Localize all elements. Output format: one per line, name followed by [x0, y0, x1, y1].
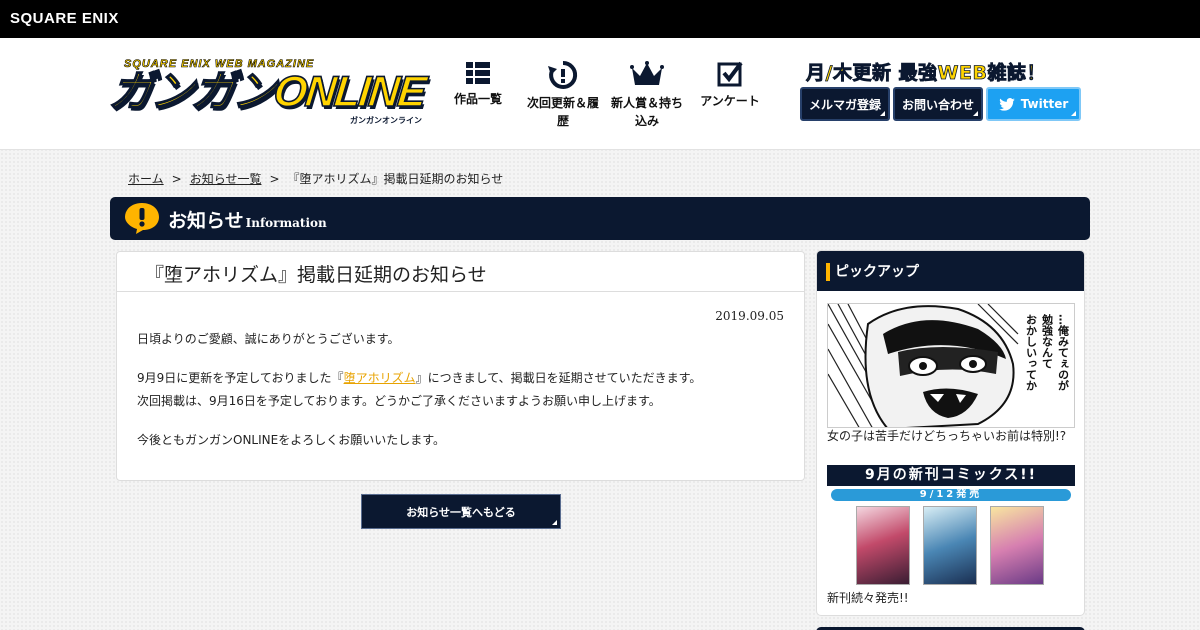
news-article: 『堕アホリズム』掲載日延期のお知らせ 2019.09.05 日頃よりのご愛顧、誠…: [116, 251, 805, 481]
exclamation-icon: [125, 203, 159, 234]
newsletter-label: メルマガ登録: [808, 97, 881, 112]
section-title: お知らせ Information: [168, 206, 327, 233]
new-comics-banner[interactable]: 9月の新刊コミックス!! 9/12発売: [827, 465, 1075, 589]
breadcrumb-current: 『堕アホリズム』掲載日延期のお知らせ: [287, 172, 504, 186]
twitter-label: Twitter: [1020, 97, 1069, 111]
nav-label: 新人賞＆持ち込み: [610, 96, 683, 128]
contact-label: お問い合わせ: [901, 97, 974, 112]
nav-works-list[interactable]: 作品一覧: [438, 60, 518, 108]
manga-panel-illustration: …俺みてぇのが 勉強なんて おかしいってか: [828, 304, 1074, 427]
article-text: 9月9日に更新を予定しておりました『: [137, 371, 344, 385]
comics-banner-title: 9月の新刊コミックス!!: [827, 465, 1075, 486]
breadcrumb-news-list[interactable]: お知らせ一覧: [190, 172, 262, 186]
pickup-heading: ピックアップ: [817, 251, 1084, 291]
twitter-button[interactable]: Twitter: [986, 87, 1081, 121]
article-paragraph: 日頃よりのご愛顧、誠にありがとうございます。: [137, 332, 400, 346]
back-button-label: お知らせ一覧へもどる: [406, 505, 516, 519]
logo-title: ガンガンONLINE: [107, 67, 428, 117]
pickup-manga-image[interactable]: …俺みてぇのが 勉強なんて おかしいってか: [827, 303, 1075, 428]
pickup-caption[interactable]: 女の子は苦手だけどちっちゃいお前は特別!?: [827, 427, 1066, 444]
section-title-ja: お知らせ: [168, 210, 244, 232]
svg-text:勉強なんて: 勉強なんて: [1041, 313, 1055, 369]
article-date: 2019.09.05: [715, 309, 784, 323]
breadcrumb-separator: >: [269, 172, 280, 186]
breadcrumb-separator: >: [171, 172, 182, 186]
svg-text:…俺みてぇのが: …俺みてぇのが: [1057, 314, 1071, 391]
comic-cover: [856, 506, 910, 585]
nav-label: 作品一覧: [453, 92, 502, 106]
newsletter-button[interactable]: メルマガ登録: [800, 87, 890, 121]
section-title-en: Information: [245, 216, 327, 230]
square-enix-logo[interactable]: SQUARE ENIX: [10, 10, 119, 27]
comic-cover: [990, 506, 1044, 585]
grid-list-icon: [466, 62, 490, 84]
article-paragraph: 今後ともガンガンONLINEをよろしくお願いいたします。: [137, 433, 446, 447]
nav-survey[interactable]: アンケート: [690, 60, 770, 110]
comics-release-date: 9/12発売: [831, 489, 1071, 501]
comics-caption[interactable]: 新刊続々発売!!: [827, 589, 909, 606]
article-body: 日頃よりのご愛顧、誠にありがとうございます。 9月9日に更新を予定しておりました…: [137, 328, 701, 468]
nav-label: 次回更新＆履歴: [526, 96, 599, 128]
crown-icon: [630, 61, 664, 85]
gangan-online-logo[interactable]: SQUARE ENIX WEB MAGAZINE ガンガンONLINE ガンガン…: [107, 58, 428, 126]
work-link[interactable]: 堕アホリズム: [344, 371, 416, 385]
checkbox-icon: [717, 61, 743, 87]
article-paragraph: 次回掲載は、9月16日を予定しております。どうかご了承くださいますようお願い申し…: [137, 394, 661, 408]
top-bar: SQUARE ENIX: [0, 0, 1200, 38]
catchphrase: 月/木更新 最強WEB雑誌！: [806, 62, 1046, 85]
nav-new-award[interactable]: 新人賞＆持ち込み: [607, 60, 687, 130]
nav-label: アンケート: [700, 94, 760, 108]
article-title: 『堕アホリズム』掲載日延期のお知らせ: [117, 252, 804, 292]
article-paragraph: 9月9日に更新を予定しておりました『堕アホリズム』につきまして、掲載日を延期させ…: [137, 367, 701, 390]
nav-next-update[interactable]: 次回更新＆履歴: [523, 60, 603, 130]
article-text: 』につきまして、掲載日を延期させていただきます。: [415, 371, 702, 385]
section-header: お知らせ Information: [110, 197, 1090, 240]
back-to-news-list-button[interactable]: お知らせ一覧へもどる: [361, 494, 561, 529]
contact-button[interactable]: お問い合わせ: [893, 87, 983, 121]
logo-kana: ガンガンオンライン: [350, 116, 422, 125]
breadcrumb-home[interactable]: ホーム: [128, 172, 164, 186]
clock-refresh-icon: [548, 60, 578, 89]
twitter-bird-icon: [998, 97, 1015, 111]
pickup-sidebar: ピックアップ …俺みてぇのが 勉強なんて おかしいってか 女の子は苦手だけどちっ…: [816, 250, 1085, 616]
breadcrumb: ホーム > お知らせ一覧 > 『堕アホリズム』掲載日延期のお知らせ: [128, 170, 503, 187]
comic-cover: [923, 506, 977, 585]
site-header: SQUARE ENIX WEB MAGAZINE ガンガンONLINE ガンガン…: [0, 38, 1200, 150]
svg-text:おかしいってか: おかしいってか: [1025, 314, 1038, 391]
